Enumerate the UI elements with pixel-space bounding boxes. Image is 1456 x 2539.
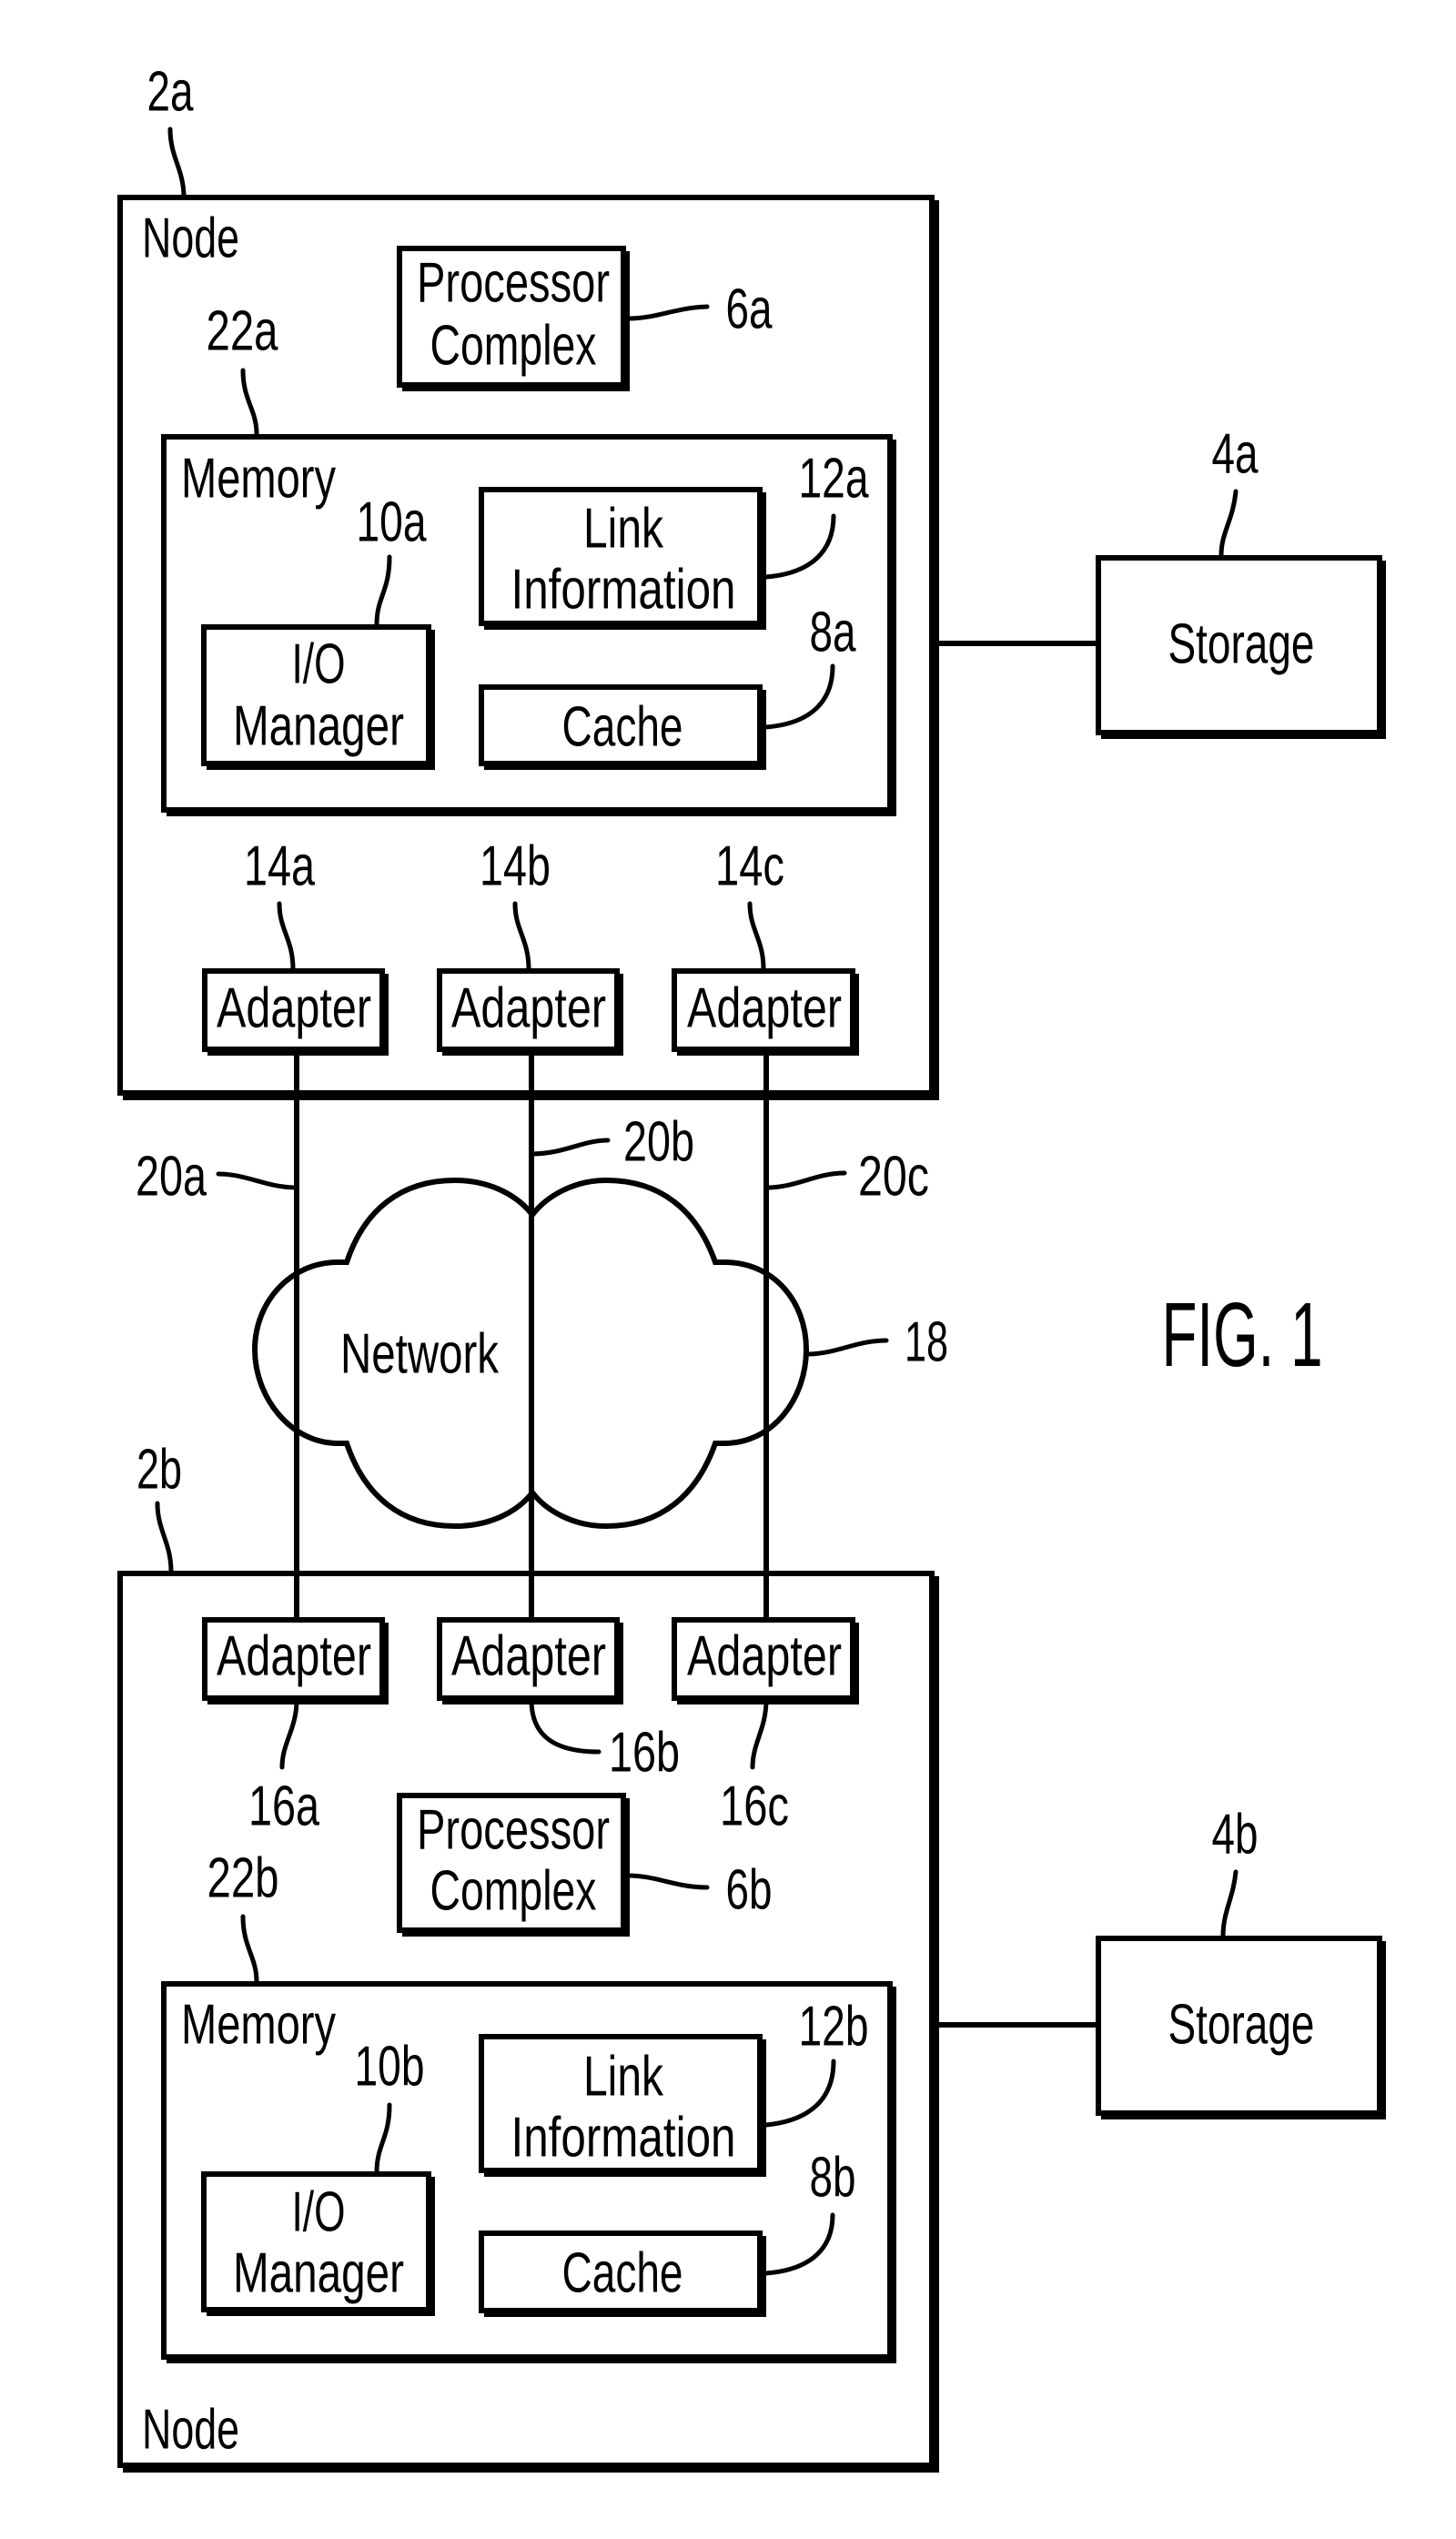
ref-16c: 16c bbox=[720, 1775, 789, 1838]
leader-20b bbox=[529, 1138, 611, 1157]
ref-6a: 6a bbox=[726, 278, 773, 341]
ref-8b: 8b bbox=[810, 2147, 856, 2210]
processor-complex-b-line2: Complex bbox=[430, 1860, 597, 1923]
link-information-a-line2: Information bbox=[511, 559, 736, 622]
memory-a-label: Memory bbox=[181, 448, 336, 511]
processor-complex-a-line1: Processor bbox=[417, 252, 610, 315]
ref-20a: 20a bbox=[136, 1146, 207, 1209]
link-information-b-line2: Information bbox=[511, 2107, 736, 2170]
io-manager-b-line1: I/O bbox=[292, 2181, 346, 2244]
memory-b-label: Memory bbox=[181, 1994, 336, 2057]
storage-b: Storage bbox=[936, 1936, 1386, 2119]
leader-2b bbox=[155, 1501, 174, 1574]
adapter-b1-label: Adapter bbox=[217, 1625, 371, 1688]
cache-a-label: Cache bbox=[562, 696, 683, 759]
processor-complex-b-line1: Processor bbox=[417, 1799, 610, 1862]
adapter-b1: Adapter bbox=[202, 1617, 389, 1704]
io-manager-b-line2: Manager bbox=[233, 2242, 404, 2305]
leader-2a bbox=[167, 126, 187, 197]
link-information-b-line1: Link bbox=[583, 2046, 664, 2109]
leader-16b bbox=[529, 1697, 602, 1755]
cache-b-label: Cache bbox=[562, 2242, 683, 2305]
leader-16c bbox=[750, 1697, 769, 1770]
figure-title: FIG. 1 bbox=[1162, 1284, 1323, 1386]
adapter-b3-label: Adapter bbox=[687, 1625, 842, 1688]
processor-complex-a: Processor Complex bbox=[397, 246, 630, 391]
ref-10a: 10a bbox=[357, 491, 427, 554]
ref-12b: 12b bbox=[799, 1996, 869, 2059]
processor-complex-a-line2: Complex bbox=[430, 315, 597, 378]
ref-16b: 16b bbox=[609, 1722, 680, 1785]
adapter-b2: Adapter bbox=[437, 1617, 623, 1704]
io-manager-a-line2: Manager bbox=[233, 695, 404, 758]
adapter-a2: Adapter bbox=[437, 968, 623, 1056]
node-a-label: Node bbox=[142, 207, 239, 270]
memory-b: Memory Link Information I/O Manager Cach… bbox=[161, 1981, 896, 2363]
ref-12a: 12a bbox=[799, 448, 869, 511]
io-manager-a-line1: I/O bbox=[292, 633, 346, 696]
link-information-a-line1: Link bbox=[583, 498, 664, 561]
adapter-a3-label: Adapter bbox=[687, 977, 842, 1040]
ref-14b: 14b bbox=[480, 835, 551, 898]
ref-2b: 2b bbox=[136, 1439, 182, 1502]
ref-10b: 10b bbox=[355, 2036, 425, 2099]
ref-22b: 22b bbox=[207, 1847, 279, 1910]
ref-20c: 20c bbox=[858, 1146, 929, 1209]
ref-20b: 20b bbox=[623, 1111, 694, 1174]
ref-6b: 6b bbox=[726, 1859, 773, 1922]
leader-18 bbox=[804, 1338, 889, 1357]
node-b-label: Node bbox=[142, 2399, 239, 2462]
processor-complex-b: Processor Complex bbox=[397, 1793, 630, 1937]
leader-16a bbox=[279, 1697, 299, 1770]
leader-20a bbox=[216, 1171, 299, 1190]
ref-14c: 14c bbox=[715, 835, 784, 898]
ref-4b: 4b bbox=[1212, 1804, 1259, 1866]
ref-18: 18 bbox=[905, 1311, 948, 1374]
fig1-diagram: Node Processor Complex Memory Link Infor… bbox=[117, 61, 1386, 2473]
memory-a: Memory Link Information I/O Manager Cach… bbox=[161, 434, 896, 816]
storage-b-label: Storage bbox=[1168, 1994, 1315, 2057]
leader-4b bbox=[1220, 1869, 1239, 1939]
ref-2a: 2a bbox=[147, 61, 194, 124]
leader-6b bbox=[625, 1873, 710, 1890]
ref-22a: 22a bbox=[207, 300, 278, 363]
leader-20c bbox=[763, 1170, 847, 1190]
ref-16a: 16a bbox=[248, 1775, 319, 1838]
adapter-a2-label: Adapter bbox=[451, 977, 606, 1040]
adapter-b3: Adapter bbox=[672, 1617, 859, 1704]
ref-14a: 14a bbox=[244, 835, 315, 898]
adapter-a1: Adapter bbox=[202, 968, 389, 1056]
adapter-a1-label: Adapter bbox=[217, 977, 371, 1040]
adapter-a3: Adapter bbox=[672, 968, 859, 1056]
network-label: Network bbox=[340, 1323, 500, 1386]
adapter-b2-label: Adapter bbox=[451, 1625, 606, 1688]
storage-a: Storage bbox=[936, 555, 1386, 739]
leader-4a bbox=[1218, 489, 1239, 558]
ref-4a: 4a bbox=[1212, 423, 1259, 486]
leader-22b bbox=[240, 1914, 259, 1985]
ref-8a: 8a bbox=[810, 602, 856, 664]
storage-a-label: Storage bbox=[1168, 613, 1315, 676]
